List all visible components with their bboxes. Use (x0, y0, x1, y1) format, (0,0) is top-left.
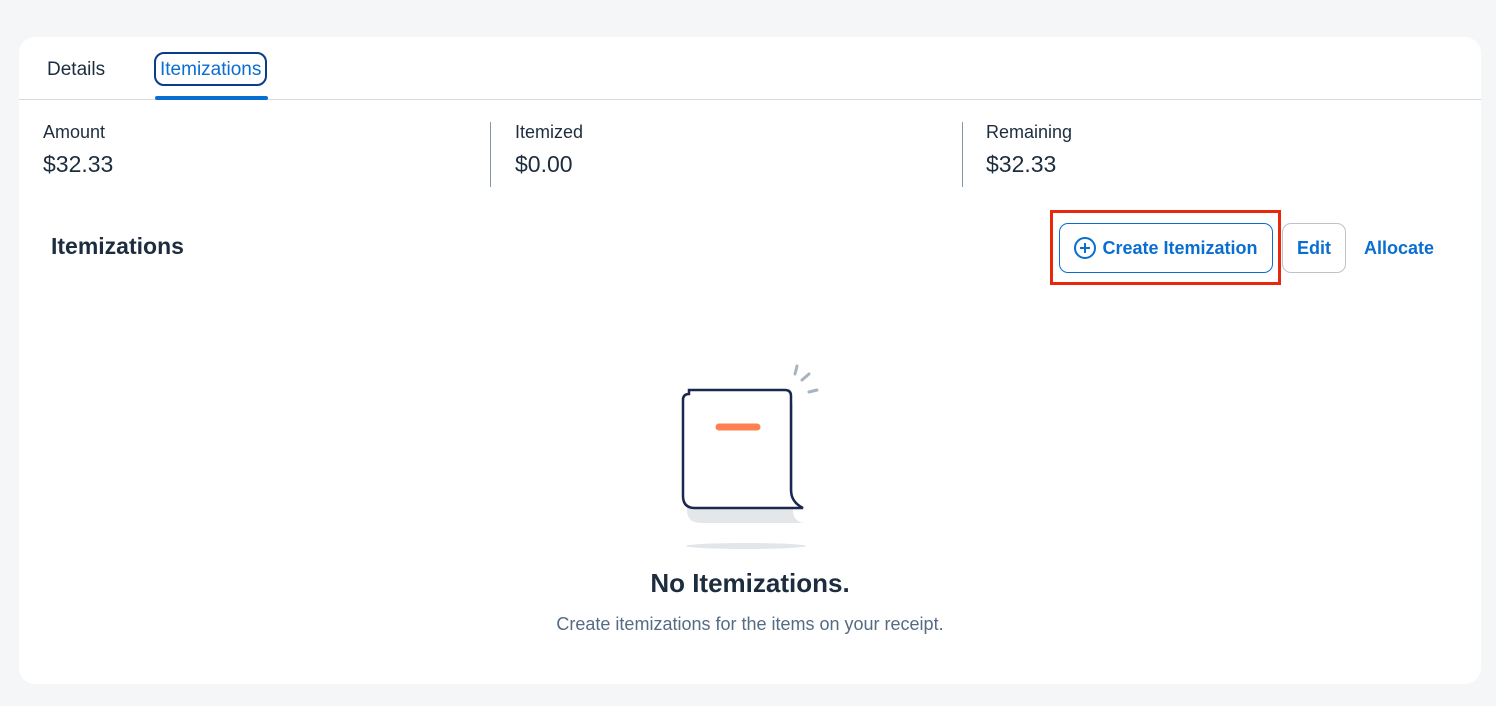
empty-state-title: No Itemizations. (650, 568, 850, 598)
stat-amount-label: Amount (43, 122, 106, 142)
stat-remaining-value: $32.33 (986, 151, 1057, 177)
tab-itemizations[interactable]: Itemizations (154, 52, 268, 86)
tab-details[interactable]: Details (47, 59, 105, 81)
stat-remaining-label: Remaining (986, 122, 1073, 142)
stat-remaining: Remaining $32.33 (962, 122, 1072, 187)
stat-itemized: Itemized $0.00 (490, 122, 583, 187)
stat-amount: Amount $32.33 (43, 122, 113, 187)
tab-selected-indicator (155, 96, 268, 100)
empty-state-subtitle: Create itemizations for the items on you… (556, 614, 944, 634)
summary-stats: Amount $32.33 Itemized $0.00 Remaining $… (19, 122, 1481, 187)
allocate-label: Allocate (1363, 237, 1435, 258)
edit-label: Edit (1297, 237, 1331, 258)
stat-itemized-label: Itemized (515, 122, 584, 142)
stat-itemized-value: $0.00 (515, 151, 573, 177)
section-title: Itemizations (51, 233, 184, 259)
plus-circle-icon (1074, 237, 1097, 259)
create-itemization-label: Create Itemization (1102, 237, 1258, 258)
itemizations-card: Details Itemizations Amount $32.33 Itemi… (19, 37, 1481, 684)
allocate-button[interactable]: Allocate (1357, 223, 1441, 273)
create-itemization-button[interactable]: Create Itemization (1059, 223, 1273, 273)
stat-amount-value: $32.33 (43, 151, 114, 177)
receipt-illustration (681, 364, 819, 549)
tab-bar: Details Itemizations (19, 37, 1481, 100)
edit-button[interactable]: Edit (1282, 223, 1346, 273)
